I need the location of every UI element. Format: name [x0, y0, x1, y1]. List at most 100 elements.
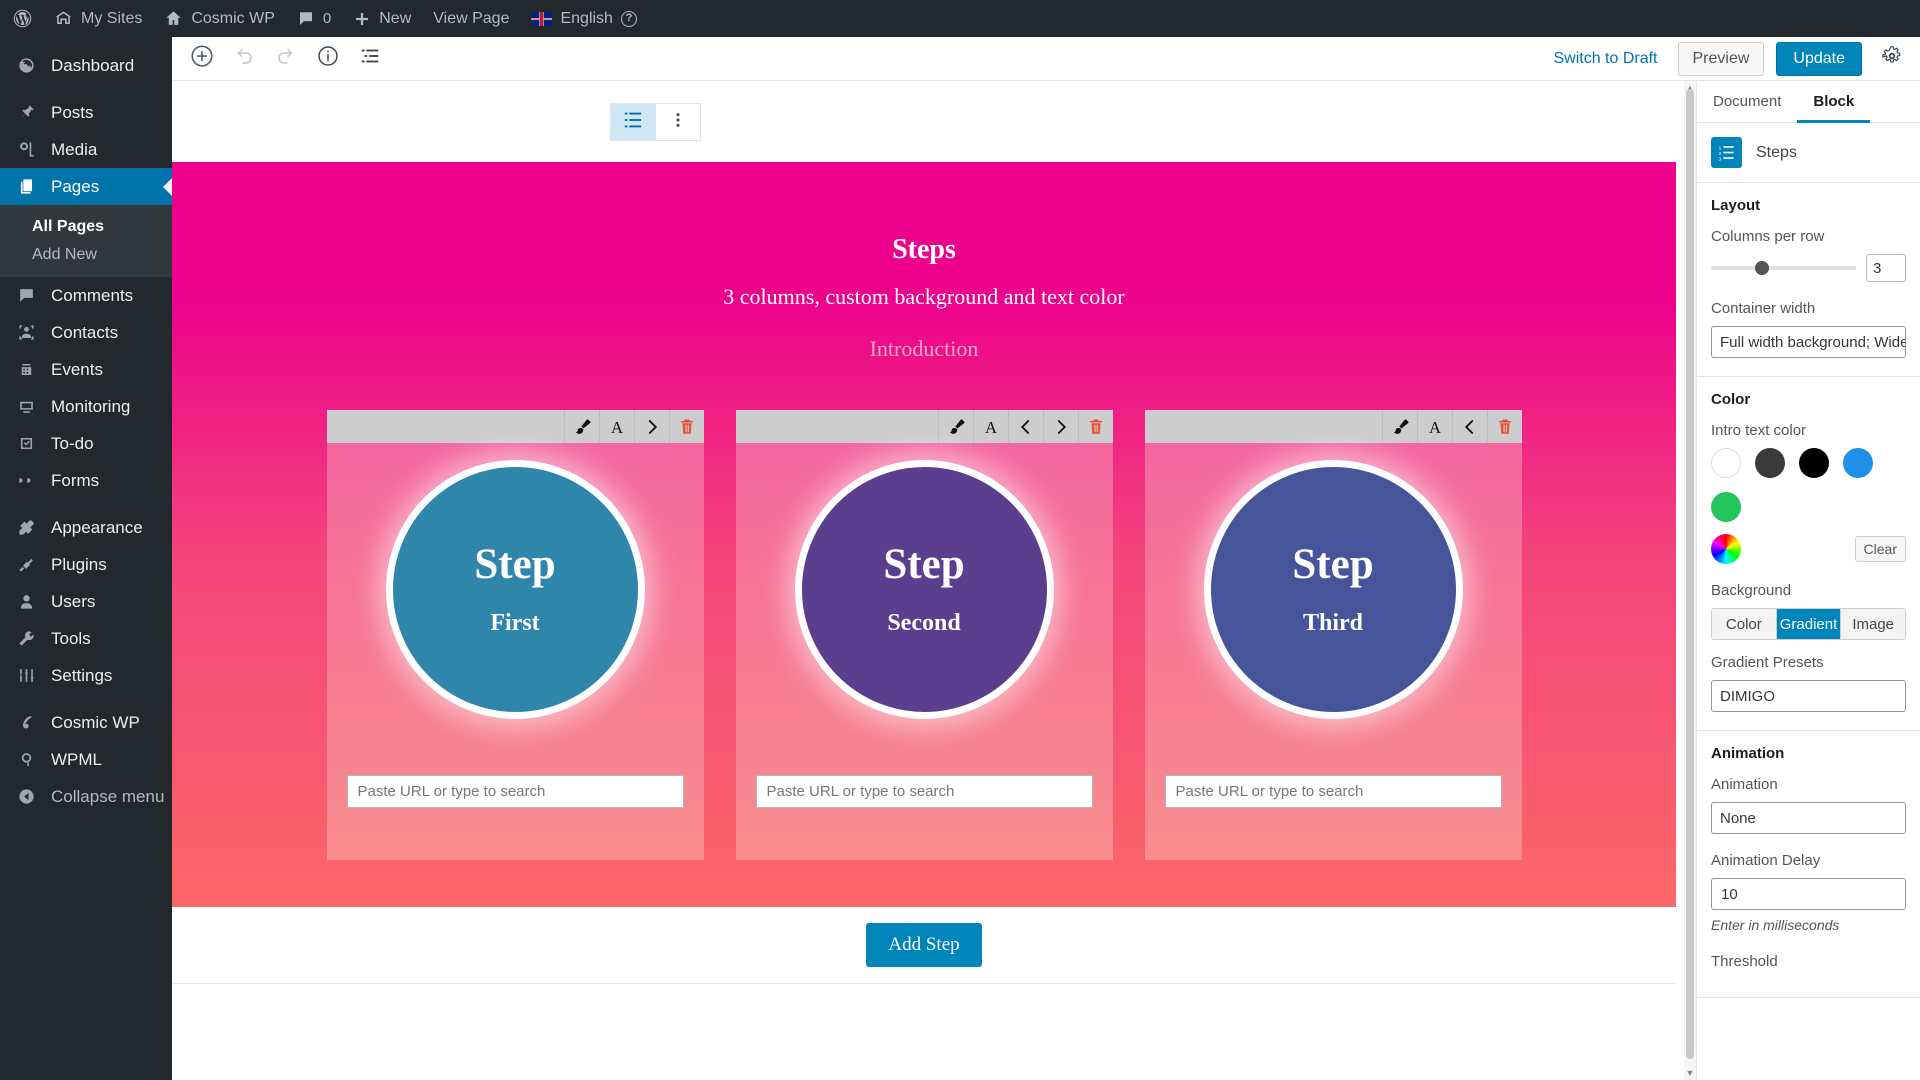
typography-icon[interactable]: A [598, 410, 634, 443]
steps-intro-text[interactable]: Introduction [172, 310, 1676, 362]
sidebar-item-settings[interactable]: Settings [0, 657, 172, 694]
sidebar-item-posts[interactable]: Posts [0, 94, 172, 131]
sidebar-item-forms[interactable]: Forms [0, 462, 172, 499]
chevron-left-icon[interactable] [1007, 410, 1043, 443]
sidebar-item-cosmic-wp[interactable]: Cosmic WP [0, 704, 172, 741]
step-circle[interactable]: Step Second [794, 460, 1054, 719]
settings-toggle-button[interactable] [1874, 41, 1910, 77]
columns-number-input[interactable]: 3 [1866, 254, 1906, 282]
bg-option-color[interactable]: Color [1712, 609, 1777, 639]
submenu-item-all-pages[interactable]: All Pages [0, 213, 172, 241]
update-button[interactable]: Update [1776, 41, 1862, 76]
step-card[interactable]: A Step Second Paste URL or type to searc… [735, 410, 1113, 860]
preview-button[interactable]: Preview [1677, 41, 1765, 76]
sidebar-item-users[interactable]: Users [0, 583, 172, 620]
block-type-button[interactable] [611, 104, 655, 140]
step-name[interactable]: Third [1303, 610, 1363, 637]
undo-button[interactable] [226, 41, 262, 77]
sites-icon [54, 9, 73, 28]
step-label[interactable]: Step [1292, 543, 1373, 586]
wordpress-logo-button[interactable] [0, 0, 43, 37]
trash-icon[interactable] [1486, 410, 1522, 443]
sidebar-item-comments[interactable]: Comments [0, 277, 172, 314]
animation-select[interactable]: None [1711, 802, 1906, 834]
step-label[interactable]: Step [883, 543, 964, 586]
custom-color-picker-icon[interactable] [1711, 534, 1741, 564]
help-circle-icon[interactable]: ? [620, 10, 637, 27]
step-name[interactable]: First [490, 610, 539, 637]
step-card[interactable]: A Step First Paste URL or type to search [326, 410, 704, 860]
typography-icon[interactable]: A [972, 410, 1008, 443]
step-url-input[interactable]: Paste URL or type to search [346, 775, 684, 808]
brush-icon[interactable] [1381, 410, 1417, 443]
editor-canvas: Steps 3 columns, custom background and t… [172, 81, 1696, 1080]
steps-subtitle[interactable]: 3 columns, custom background and text co… [172, 266, 1676, 310]
color-swatch-black[interactable] [1799, 448, 1829, 478]
container-width-select[interactable]: Full width background; Wide content [1711, 326, 1906, 358]
bg-option-gradient[interactable]: Gradient [1776, 609, 1842, 639]
gradient-preset-select[interactable]: DIMIGO [1711, 680, 1906, 712]
columns-slider[interactable] [1711, 261, 1856, 275]
content-info-button[interactable] [310, 41, 346, 77]
canvas-scrollbar[interactable]: ▲ ▼ [1684, 81, 1696, 1080]
switch-to-draft-button[interactable]: Switch to Draft [1545, 44, 1665, 74]
collapse-menu-button[interactable]: Collapse menu [0, 778, 172, 815]
adminbar-item-site-name[interactable]: Cosmic WP [153, 0, 286, 37]
step-url-input[interactable]: Paste URL or type to search [755, 775, 1093, 808]
chevron-right-icon[interactable] [1042, 410, 1078, 443]
scrollbar-thumb[interactable] [1686, 89, 1694, 1059]
color-swatch-white[interactable] [1711, 448, 1741, 478]
sidebar-item-plugins[interactable]: Plugins [0, 546, 172, 583]
add-step-button[interactable]: Add Step [866, 923, 982, 967]
plugins-icon [16, 554, 37, 575]
animation-delay-input[interactable]: 10 [1711, 878, 1906, 910]
sidebar-item-dashboard[interactable]: Dashboard [0, 47, 172, 84]
gear-icon [1881, 45, 1903, 72]
trash-icon[interactable] [1077, 410, 1113, 443]
adminbar-item-my-sites[interactable]: My Sites [43, 0, 153, 37]
adminbar-item-new[interactable]: New [342, 0, 422, 37]
steps-block[interactable]: Steps 3 columns, custom background and t… [172, 162, 1676, 907]
color-swatch-green[interactable] [1711, 492, 1741, 522]
adminbar-item-view-page[interactable]: View Page [422, 0, 520, 37]
block-navigation-button[interactable] [352, 41, 388, 77]
color-swatch-dark-gray[interactable] [1755, 448, 1785, 478]
color-swatch-blue[interactable] [1843, 448, 1873, 478]
step-label[interactable]: Step [474, 543, 555, 586]
sidebar-item-wpml[interactable]: WPML [0, 741, 172, 778]
step-card[interactable]: A Step Third Paste URL or type to search [1144, 410, 1522, 860]
adminbar-item-comments[interactable]: 0 [286, 0, 342, 37]
bg-option-image[interactable]: Image [1841, 609, 1905, 639]
trash-icon[interactable] [668, 410, 704, 443]
chevron-right-icon[interactable] [633, 410, 669, 443]
columns-per-row-label: Columns per row [1711, 228, 1825, 245]
sidebar-item-monitoring[interactable]: Monitoring [0, 388, 172, 425]
step-circle[interactable]: Step Third [1203, 460, 1463, 719]
sidebar-item-appearance[interactable]: Appearance [0, 509, 172, 546]
tab-block[interactable]: Block [1797, 81, 1870, 123]
scroll-down-arrow-icon[interactable]: ▼ [1685, 1068, 1695, 1078]
sidebar-item-contacts[interactable]: Contacts [0, 314, 172, 351]
step-circle[interactable]: Step First [385, 460, 645, 719]
submenu-item-add-new[interactable]: Add New [0, 241, 172, 269]
adminbar-item-language[interactable]: English ? [520, 0, 647, 37]
tab-document[interactable]: Document [1697, 81, 1797, 123]
sidebar-item-tools[interactable]: Tools [0, 620, 172, 657]
brush-icon[interactable] [563, 410, 599, 443]
add-block-button[interactable] [184, 41, 220, 77]
step-name[interactable]: Second [887, 610, 960, 637]
sidebar-item-events[interactable]: Events [0, 351, 172, 388]
redo-button[interactable] [268, 41, 304, 77]
steps-title[interactable]: Steps [172, 162, 1676, 266]
sidebar-item-media[interactable]: Media [0, 131, 172, 168]
block-more-options-button[interactable] [656, 104, 700, 140]
sidebar-item-pages[interactable]: Pages [0, 168, 172, 205]
typography-icon[interactable]: A [1416, 410, 1452, 443]
clear-color-button[interactable]: Clear [1854, 536, 1906, 562]
columns-per-row-control[interactable]: 3 [1711, 254, 1906, 282]
step-url-input[interactable]: Paste URL or type to search [1164, 775, 1502, 808]
slider-knob[interactable] [1754, 261, 1769, 275]
chevron-left-icon[interactable] [1451, 410, 1487, 443]
brush-icon[interactable] [937, 410, 973, 443]
sidebar-item-todo[interactable]: To-do [0, 425, 172, 462]
